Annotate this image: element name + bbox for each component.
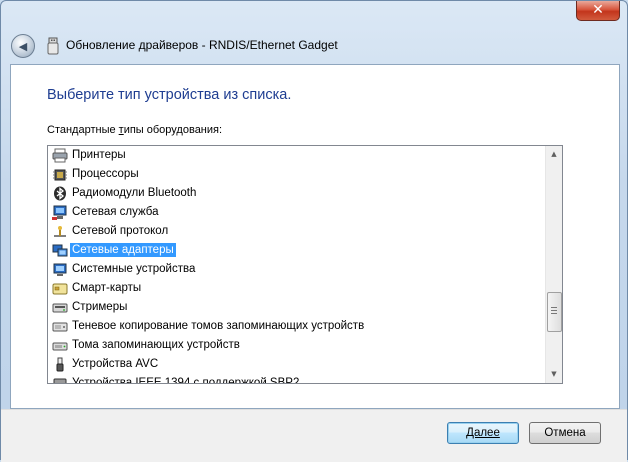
list-item-label: Теневое копирование томов запоминающих у…: [72, 320, 365, 332]
usb-device-icon: [47, 37, 59, 55]
list-item-network-service[interactable]: Сетевая служба: [48, 203, 545, 222]
list-item-smart-card[interactable]: Смарт-карты: [48, 279, 545, 298]
cancel-button[interactable]: Отмена: [529, 422, 601, 444]
page-heading: Выберите тип устройства из списка.: [47, 87, 292, 103]
bluetooth-icon: [54, 186, 66, 201]
list-label: Стандартные типы оборудования:: [47, 124, 223, 136]
list-item-label: Устройства IEEE 1394 с поддержкой SBP2: [72, 377, 300, 384]
device-type-list[interactable]: Принтеры Процессоры Радиомодули Bluetooth С…: [47, 145, 563, 384]
next-button[interactable]: Далее: [447, 422, 519, 444]
back-arrow-icon: ◀: [18, 40, 28, 53]
list-item-label: Системные устройства: [72, 263, 196, 275]
list-item-shadow-copy[interactable]: Теневое копирование томов запоминающих у…: [48, 317, 545, 336]
list-item-label: Радиомодули Bluetooth: [72, 187, 197, 199]
scroll-up-button[interactable]: ▲: [546, 146, 562, 163]
scroll-thumb[interactable]: [547, 292, 562, 332]
list-item-storage-volume[interactable]: Тома запоминающих устройств: [48, 336, 545, 355]
content-pane: Выберите тип устройства из списка. Станд…: [10, 64, 620, 409]
list-item-tape-drive[interactable]: Стримеры: [48, 298, 545, 317]
list-item-ieee1394[interactable]: Устройства IEEE 1394 с поддержкой SBP2: [48, 374, 545, 384]
network-adapter-icon: [52, 244, 68, 257]
vertical-scrollbar[interactable]: ▲ ▼: [545, 146, 562, 383]
list-item-label: Процессоры: [72, 168, 139, 180]
close-icon: ✕: [592, 2, 604, 18]
scroll-down-button[interactable]: ▼: [546, 366, 562, 383]
list-item-label: Сетевой протокол: [72, 225, 169, 237]
storage-volume-icon: [52, 342, 68, 351]
system-devices-icon: [53, 263, 67, 276]
shadow-copy-icon: [52, 322, 68, 332]
smart-card-icon: [52, 283, 68, 295]
network-protocol-icon: [54, 226, 66, 237]
list-item-processor[interactable]: Процессоры: [48, 165, 545, 184]
ieee1394-icon: [53, 378, 67, 383]
list-item-label: Сетевая служба: [72, 206, 159, 218]
processor-icon: [53, 169, 67, 181]
list-item-system-devices[interactable]: Системные устройства: [48, 260, 545, 279]
printer-icon: [52, 148, 68, 163]
dialog-window: ✕ ◀ Обновление драйверов - RNDIS/Etherne…: [0, 0, 628, 462]
window-title: Обновление драйверов - RNDIS/Ethernet Ga…: [66, 38, 338, 52]
list-item-network-adapter[interactable]: Сетевые адаптеры: [48, 241, 545, 260]
close-button[interactable]: ✕: [576, 1, 620, 21]
list-items: Принтеры Процессоры Радиомодули Bluetooth С…: [48, 146, 545, 384]
list-item-printer[interactable]: Принтеры: [48, 146, 545, 165]
list-item-avc-device[interactable]: Устройства AVC: [48, 355, 545, 374]
list-item-label: Принтеры: [72, 149, 126, 161]
network-service-icon: [52, 205, 67, 220]
list-item-label: Сетевые адаптеры: [70, 243, 176, 257]
avc-device-icon: [56, 357, 64, 372]
button-bar: Далее Отмена: [1, 409, 627, 462]
list-item-label: Тома запоминающих устройств: [72, 339, 240, 351]
list-item-label: Стримеры: [72, 301, 128, 313]
list-item-label: Смарт-карты: [72, 282, 142, 294]
list-item-label: Устройства AVC: [72, 358, 159, 370]
back-button[interactable]: ◀: [11, 34, 35, 58]
list-item-bluetooth[interactable]: Радиомодули Bluetooth: [48, 184, 545, 203]
tape-drive-icon: [52, 303, 68, 313]
list-item-network-protocol[interactable]: Сетевой протокол: [48, 222, 545, 241]
